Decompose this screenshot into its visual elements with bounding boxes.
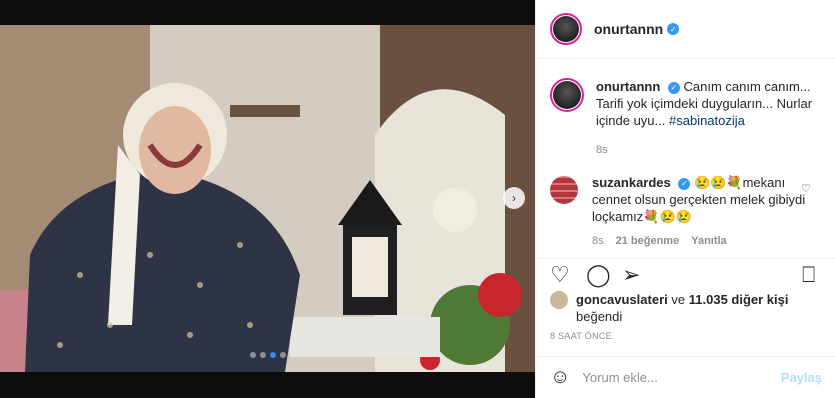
post-header: onurtannn ✓ [536,0,835,59]
post-caption: onurtannn ✓ Canım canım canım... Tarifi … [550,78,830,156]
post-timestamp[interactable]: 8 SAAT ÖNCE [550,331,612,341]
caption-text-block: onurtannn ✓ Canım canım canım... Tarifi … [596,78,822,129]
heart-icon[interactable]: ♡ [550,263,570,287]
likes-others-count[interactable]: 11.035 diğer kişi [689,292,789,307]
carousel-indicator [0,352,535,358]
carousel-dot [249,352,256,358]
carousel-dot [269,352,276,358]
verified-badge-icon: ✓ [678,177,691,190]
commenter-avatar[interactable] [550,176,578,204]
post-details-panel: onurtannn ✓ onurtannn ✓ Canım canım canı… [535,0,835,398]
comment-likes[interactable]: 21 beğenme [616,235,680,247]
comment-item: suzankardes ✓ 😢😢💐mekanı cennet olsun ger… [550,174,830,247]
likes-connector: ve [671,292,686,307]
comment-like-heart-icon[interactable]: ♡ [801,182,811,195]
instagram-post-view: › onurtannn ✓ onurtannn ✓ Canım canım ca… [0,0,835,398]
caption-username[interactable]: onurtannn [596,79,660,94]
chevron-right-icon: › [512,191,516,205]
verified-badge-icon: ✓ [667,81,680,94]
comment-meta: 8s 21 beğenme Yanıtla [592,235,806,247]
likes-suffix: beğendi [576,309,623,324]
comment-reply-button[interactable]: Yanıtla [691,235,726,247]
comment-input[interactable] [582,370,781,385]
caption-hashtag[interactable]: #sabinatozija [669,113,745,128]
bookmark-icon[interactable]: ⎕ [802,263,815,287]
author-avatar[interactable] [550,13,582,45]
post-actions-bar: ♡ ◯ ➢ ⎕ [536,258,835,290]
add-comment-bar: ☺ Paylaş [536,356,835,398]
caption-time[interactable]: 8s [596,144,822,156]
caption-avatar[interactable] [550,78,584,112]
emoji-icon[interactable]: ☺ [550,366,570,389]
comment-username[interactable]: suzankardes [592,175,671,190]
share-icon[interactable]: ➢ [622,263,640,287]
liker-avatar[interactable] [550,291,568,309]
verified-badge-icon: ✓ [667,23,680,35]
carousel-dot [279,352,286,358]
carousel-next-button[interactable]: › [503,187,525,209]
comment-time[interactable]: 8s [592,235,604,247]
comment-icon[interactable]: ◯ [586,263,611,287]
carousel-dot [259,352,266,358]
post-comment-button[interactable]: Paylaş [781,370,822,385]
liker-username[interactable]: goncavuslateri [576,292,668,307]
likes-summary: goncavuslateri ve 11.035 diğer kişi beğe… [550,291,788,325]
comment-text-block: suzankardes ✓ 😢😢💐mekanı cennet olsun ger… [592,174,806,225]
photo-illustration [0,25,535,372]
post-media: › [0,0,535,398]
post-photo[interactable] [0,25,535,372]
author-username[interactable]: onurtannn [594,21,663,37]
